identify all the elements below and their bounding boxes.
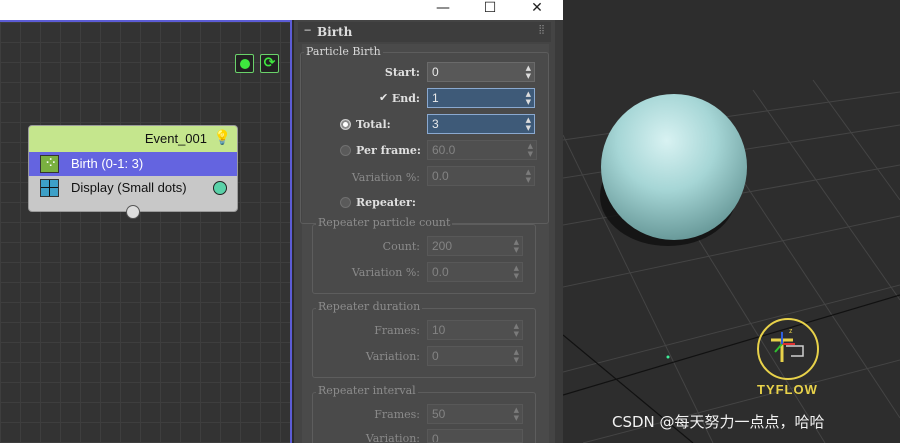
birth-rollout-header[interactable]: − Birth ⣿ <box>298 22 551 42</box>
window-title-bar: — ☐ ✕ <box>0 0 563 20</box>
node-canvas[interactable]: ⟳ Event_001 💡 Birth (0-1: 3) Display (Sm… <box>0 20 292 443</box>
enable-toggle-icon[interactable] <box>235 54 254 73</box>
start-label: Start: <box>384 66 420 79</box>
duration-variation-spinner[interactable]: 0 ▲ ▼ <box>427 346 523 366</box>
spinner-arrows-icon[interactable]: ▲ ▼ <box>514 348 519 364</box>
operator-display[interactable]: Display (Small dots) <box>29 176 237 200</box>
interval-frames-spinner[interactable]: 50 ▲ ▼ <box>427 404 523 424</box>
count-variation-spinner[interactable]: 0.0 ▲ ▼ <box>427 262 523 282</box>
per-frame-value: 60.0 <box>432 143 456 157</box>
interval-frames-value: 50 <box>432 407 446 421</box>
world-axis-x <box>563 294 900 396</box>
duration-frames-value: 10 <box>432 323 446 337</box>
spinner-arrows-icon[interactable]: ▲ ▼ <box>514 264 519 280</box>
total-value: 3 <box>432 117 439 131</box>
repeater-radio[interactable] <box>340 197 351 208</box>
spinner-arrows-icon[interactable]: ▲ ▼ <box>526 90 531 106</box>
duration-variation-value: 0 <box>432 349 439 363</box>
repeater-count-title: Repeater particle count <box>316 216 453 229</box>
total-label: Total: <box>356 118 391 131</box>
panel-scrollbar[interactable] <box>555 20 563 443</box>
close-button[interactable]: ✕ <box>514 0 560 20</box>
operator-label: Display (Small dots) <box>71 180 187 195</box>
3d-viewport[interactable]: z <box>563 0 900 443</box>
sphere[interactable] <box>601 94 747 240</box>
spinner-arrows-icon[interactable]: ▲ ▼ <box>526 116 531 132</box>
variation-value: 0.0 <box>432 169 449 183</box>
tyflow-editor: ⟳ Event_001 💡 Birth (0-1: 3) Display (Sm… <box>0 20 292 443</box>
display-color-icon[interactable] <box>213 181 227 195</box>
repeater-duration-group <box>312 308 536 378</box>
tyflow-logo-text: TYFLOW <box>757 382 818 397</box>
repeater-interval-title: Repeater interval <box>316 384 418 397</box>
variation-spinner[interactable]: 0.0 ▲ ▼ <box>427 166 535 186</box>
end-label: End: <box>391 92 420 105</box>
per-frame-radio[interactable] <box>340 145 351 156</box>
spinner-arrows-icon[interactable]: ▲ ▼ <box>514 406 519 422</box>
operator-birth[interactable]: Birth (0-1: 3) <box>29 152 237 176</box>
birth-properties-panel: − Birth ⣿ Particle Birth Start: 0 ▲ ▼ ✔ E… <box>294 20 563 443</box>
viewport-scene: z <box>563 79 900 443</box>
origin-marker <box>666 355 670 359</box>
start-value: 0 <box>432 65 439 79</box>
count-value: 200 <box>432 239 453 253</box>
repeater-count-group <box>312 224 536 294</box>
interval-variation-spinner[interactable]: 0 <box>427 429 523 443</box>
particle-birth-title: Particle Birth <box>304 45 383 58</box>
collapse-icon: − <box>304 23 312 37</box>
total-radio[interactable] <box>340 119 351 130</box>
spinner-arrows-icon[interactable]: ▲ ▼ <box>514 322 519 338</box>
display-icon <box>40 179 59 197</box>
spinner-arrows-icon[interactable]: ▲ ▼ <box>528 142 533 158</box>
output-port[interactable] <box>126 205 140 219</box>
variation-label: Variation %: <box>351 171 420 184</box>
end-checkbox[interactable]: ✔ <box>379 92 390 104</box>
maximize-button[interactable]: ☐ <box>467 0 513 20</box>
spinner-arrows-icon[interactable]: ▲ ▼ <box>514 238 519 254</box>
total-spinner[interactable]: 3 ▲ ▼ <box>427 114 535 134</box>
birth-icon <box>40 152 59 176</box>
spinner-arrows-icon[interactable]: ▲ ▼ <box>526 168 531 184</box>
rollout-title: Birth <box>317 25 353 39</box>
event-node[interactable]: Event_001 💡 Birth (0-1: 3) Display (Smal… <box>28 125 238 219</box>
duration-frames-spinner[interactable]: 10 ▲ ▼ <box>427 320 523 340</box>
spinner-arrows-icon[interactable]: ▲ ▼ <box>526 64 531 80</box>
per-frame-spinner[interactable]: 60.0 ▲ ▼ <box>427 140 537 160</box>
per-frame-label: Per frame: <box>356 144 421 157</box>
repeater-label: Repeater: <box>356 196 416 209</box>
interval-variation-value: 0 <box>432 432 439 443</box>
duration-frames-label: Frames: <box>374 324 420 337</box>
svg-text:z: z <box>789 328 793 335</box>
interval-frames-label: Frames: <box>374 408 420 421</box>
duration-variation-label: Variation: <box>365 350 420 363</box>
count-spinner[interactable]: 200 ▲ ▼ <box>427 236 523 256</box>
minimize-button[interactable]: — <box>420 0 466 20</box>
operator-label: Birth (0-1: 3) <box>71 156 144 171</box>
count-variation-label: Variation %: <box>351 266 420 279</box>
grip-icon[interactable]: ⣿ <box>538 25 545 35</box>
csdn-watermark: CSDN @每天努力一点点，哈哈 <box>612 413 825 431</box>
repeater-duration-title: Repeater duration <box>316 300 423 313</box>
start-spinner[interactable]: 0 ▲ ▼ <box>427 62 535 82</box>
event-name: Event_001 <box>144 131 207 146</box>
count-label: Count: <box>382 240 420 253</box>
end-spinner[interactable]: 1 ▲ ▼ <box>427 88 535 108</box>
lightbulb-icon[interactable]: 💡 <box>214 130 231 146</box>
event-node-header[interactable]: Event_001 💡 <box>29 126 237 152</box>
count-variation-value: 0.0 <box>432 265 449 279</box>
interval-variation-label: Variation: <box>365 432 420 443</box>
refresh-icon[interactable]: ⟳ <box>260 54 279 73</box>
end-value: 1 <box>432 91 439 105</box>
